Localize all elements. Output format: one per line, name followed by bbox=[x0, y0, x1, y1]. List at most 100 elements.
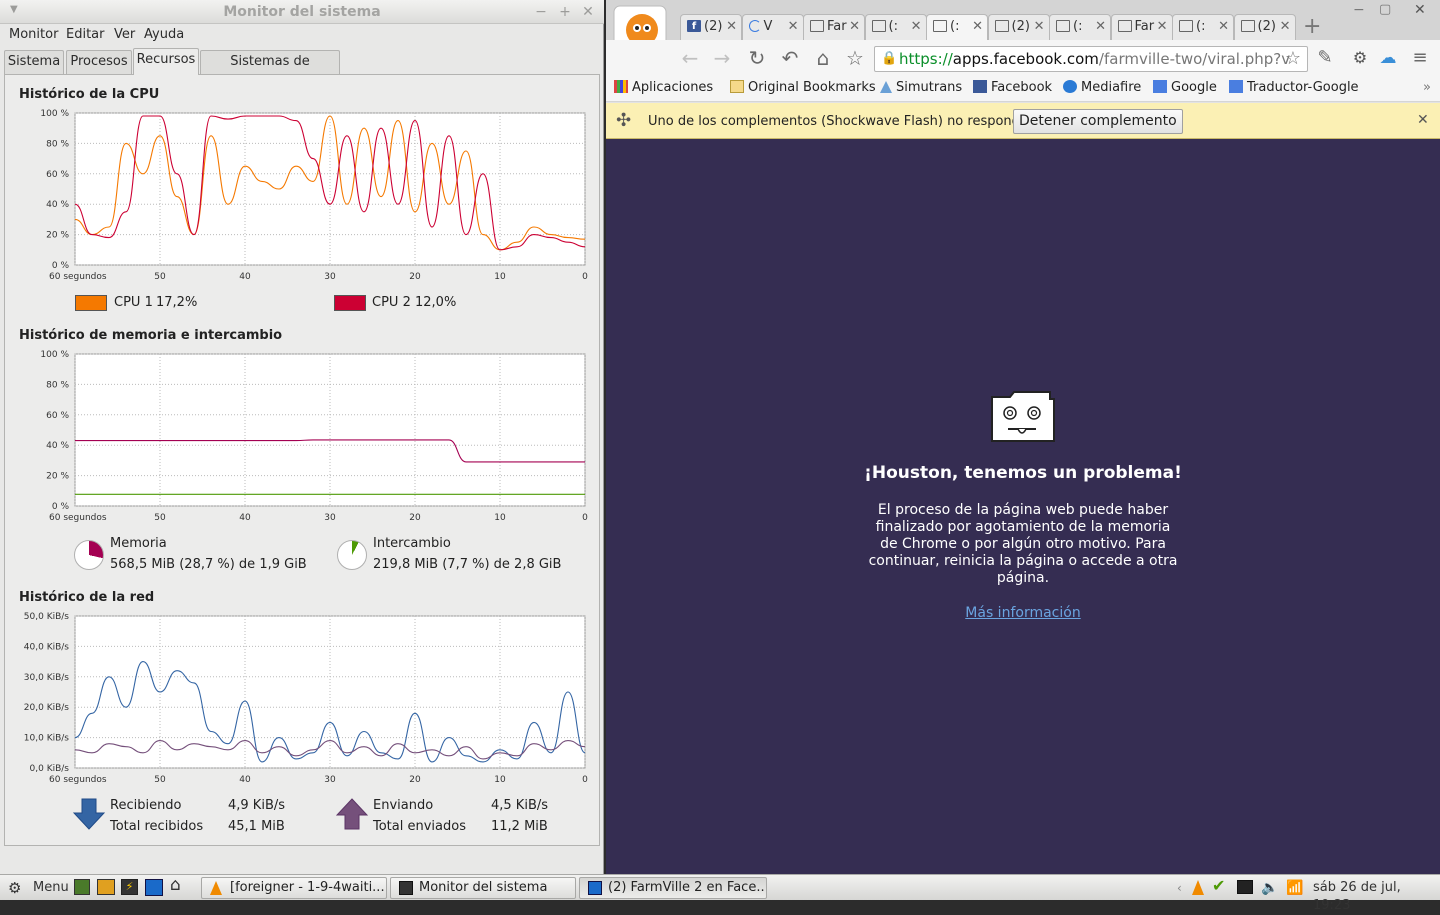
new-tab-icon[interactable]: + bbox=[1303, 14, 1321, 39]
bookmark-label: Traductor-Google bbox=[1247, 80, 1359, 95]
signal-icon[interactable]: 📶 bbox=[1286, 879, 1303, 897]
receiving-arrow-icon[interactable] bbox=[73, 798, 105, 830]
minimize-icon[interactable]: − bbox=[1353, 2, 1365, 18]
undo-icon[interactable]: ↶ bbox=[778, 48, 802, 68]
volume-icon[interactable]: 🔈 bbox=[1261, 879, 1278, 897]
bookmark-google[interactable]: Google bbox=[1153, 80, 1217, 95]
tab-close-icon[interactable]: ✕ bbox=[1218, 15, 1229, 39]
tab-close-icon[interactable]: ✕ bbox=[972, 15, 983, 39]
tab-close-icon[interactable]: ✕ bbox=[726, 15, 737, 39]
star-icon[interactable]: ☆ bbox=[1285, 47, 1301, 71]
address-bar[interactable]: 🔒 https://apps.facebook.com/farmville-tw… bbox=[874, 46, 1308, 72]
bookmark-label: Original Bookmarks bbox=[748, 80, 876, 95]
maximize-icon[interactable]: ▢ bbox=[1379, 2, 1391, 17]
tab-close-icon[interactable]: ✕ bbox=[1034, 15, 1045, 39]
menu-ayuda[interactable]: Ayuda bbox=[144, 27, 184, 42]
network-history-chart: 50,0 KiB/s 40,0 KiB/s 30,0 KiB/s 20,0 KiB/s… bbox=[18, 610, 588, 792]
menu-ver[interactable]: Ver bbox=[114, 27, 135, 42]
x-tick-label: 0 bbox=[582, 513, 588, 523]
taskbar-window-system-monitor[interactable]: Monitor del sistema bbox=[390, 877, 576, 899]
clock[interactable]: sáb 26 de jul, 19:23 bbox=[1313, 879, 1440, 915]
browser-tab[interactable]: (2) ✕ bbox=[987, 14, 1050, 40]
menu-button[interactable]: Menu bbox=[33, 879, 69, 897]
browser-tab[interactable]: (2) ✕ bbox=[1233, 14, 1296, 40]
tab-close-icon[interactable]: ✕ bbox=[1157, 15, 1168, 39]
infobar-close-icon[interactable]: ✕ bbox=[1417, 112, 1429, 128]
tray-expand-icon[interactable]: ‹ bbox=[1177, 879, 1182, 897]
memory-pie-icon[interactable] bbox=[74, 540, 104, 570]
bookmark-star-icon[interactable]: ☆ bbox=[843, 48, 867, 68]
vlc-tray-icon[interactable] bbox=[1192, 880, 1204, 895]
tab-close-icon[interactable]: ✕ bbox=[1095, 15, 1106, 39]
tab-procesos[interactable]: Procesos bbox=[66, 50, 132, 74]
shield-icon[interactable]: ✔ bbox=[1212, 877, 1225, 895]
network-icon[interactable] bbox=[1237, 880, 1253, 894]
adblock-off-icon[interactable]: ⚙ bbox=[1348, 48, 1372, 68]
sad-folder-icon bbox=[1240, 19, 1255, 32]
browser-tab[interactable]: Far ✕ bbox=[803, 14, 865, 40]
sad-folder-icon bbox=[991, 391, 1055, 442]
browser-tab[interactable]: (: ✕ bbox=[926, 14, 988, 40]
taskbar-window-farmville[interactable]: (2) FarmVille 2 en Face... bbox=[579, 877, 767, 899]
x-tick-label: 40 bbox=[239, 272, 251, 282]
error-heading: ¡Houston, tenemos un problema! bbox=[864, 463, 1182, 483]
gear-icon[interactable]: ⚙ bbox=[8, 879, 21, 897]
file-manager-launcher-icon[interactable] bbox=[97, 879, 115, 895]
home-folder-icon[interactable]: ⌂ bbox=[170, 876, 181, 894]
browser-tab[interactable]: (: ✕ bbox=[1172, 14, 1234, 40]
back-icon[interactable]: ← bbox=[678, 48, 702, 68]
terminal-launcher-icon[interactable] bbox=[74, 879, 90, 895]
tab-recursos[interactable]: Recursos bbox=[133, 48, 199, 75]
bookmarks-overflow-icon[interactable]: » bbox=[1423, 80, 1431, 95]
cpu1-label: CPU 1 bbox=[114, 295, 153, 310]
chart-svg: 100 % 80 % 60 % 40 % 20 % 0 %60 segundos 50 40 3… bbox=[40, 109, 588, 282]
browser-tab[interactable]: (: ✕ bbox=[864, 14, 927, 40]
bookmark-simutrans[interactable]: Simutrans bbox=[880, 80, 962, 95]
browser-launcher-icon[interactable] bbox=[145, 879, 163, 896]
browser-tab[interactable]: V ✕ bbox=[741, 14, 804, 40]
swap-label: Intercambio bbox=[373, 536, 451, 551]
close-icon[interactable]: ✕ bbox=[579, 3, 597, 21]
menu-icon[interactable]: ≡ bbox=[1408, 48, 1432, 68]
tab-close-icon[interactable]: ✕ bbox=[911, 15, 922, 39]
close-icon[interactable]: ✕ bbox=[1414, 2, 1426, 18]
tab-close-icon[interactable]: ✕ bbox=[849, 15, 860, 39]
reload-icon[interactable]: ↻ bbox=[745, 48, 769, 68]
taskbar-window-foreigner[interactable]: [foreigner - 1-9-4waiti... bbox=[201, 877, 387, 899]
bookmark-facebook[interactable]: Facebook bbox=[973, 80, 1052, 95]
lock-icon: 🔒 bbox=[881, 51, 898, 66]
tab-sistema[interactable]: Sistema bbox=[4, 50, 64, 74]
tab-close-icon[interactable]: ✕ bbox=[1280, 15, 1291, 39]
cpu1-color-swatch[interactable] bbox=[75, 295, 107, 311]
sending-arrow-icon[interactable] bbox=[336, 798, 368, 830]
browser-tab[interactable]: f (2) ✕ bbox=[680, 14, 742, 40]
stop-plugin-button[interactable]: Detener complemento bbox=[1013, 109, 1183, 134]
tab-sistemas-de-archivos[interactable]: Sistemas de archivos bbox=[200, 50, 340, 91]
menu-editar[interactable]: Editar bbox=[66, 27, 105, 42]
google-icon bbox=[1153, 80, 1167, 93]
swap-pie-icon[interactable] bbox=[337, 540, 367, 570]
tab-close-icon[interactable]: ✕ bbox=[788, 15, 799, 39]
bookmark-original-bookmarks[interactable]: Original Bookmarks bbox=[730, 80, 876, 95]
memory-value: 568,5 MiB (28,7 %) de 1,9 GiB bbox=[110, 557, 307, 572]
more-info-link[interactable]: Más información bbox=[606, 605, 1440, 621]
wrench-icon[interactable]: ✎ bbox=[1313, 48, 1337, 68]
cloud-icon[interactable]: ☁ bbox=[1376, 48, 1400, 68]
maximize-icon[interactable]: + bbox=[556, 3, 574, 21]
bookmark-mediafire[interactable]: Mediafire bbox=[1063, 80, 1141, 95]
sad-folder-icon bbox=[1117, 19, 1132, 32]
system-monitor-launcher-icon[interactable]: ⚡ bbox=[121, 879, 138, 895]
bookmark-aplicaciones[interactable]: Aplicaciones bbox=[614, 80, 713, 95]
browser-tab[interactable]: Far ✕ bbox=[1110, 14, 1173, 40]
window-titlebar[interactable]: ▼ Monitor del sistema − + ✕ bbox=[0, 0, 604, 24]
forward-icon[interactable]: → bbox=[710, 48, 734, 68]
browser-tab[interactable]: (: ✕ bbox=[1049, 14, 1111, 40]
home-icon[interactable]: ⌂ bbox=[811, 48, 835, 68]
y-tick-label: 0,0 KiB/s bbox=[30, 764, 70, 774]
cpu2-color-swatch[interactable] bbox=[334, 295, 366, 311]
taskbar-window-label: (2) FarmVille 2 en Face... bbox=[608, 880, 767, 895]
menu-monitor[interactable]: Monitor bbox=[9, 27, 58, 42]
chart-svg: 100 % 80 % 60 % 40 % 20 % 0 %60 segundos 50 40 3… bbox=[40, 350, 588, 523]
minimize-icon[interactable]: − bbox=[532, 3, 550, 21]
bookmark-traductor-google[interactable]: Traductor-Google bbox=[1229, 80, 1359, 95]
